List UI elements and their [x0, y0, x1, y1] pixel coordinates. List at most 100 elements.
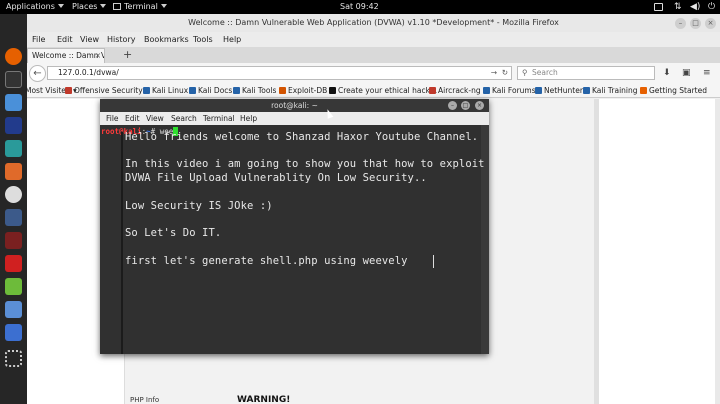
bookmark-icon: [279, 87, 286, 94]
caption-line: DVWA File Upload Vulnerablity On Low Sec…: [125, 172, 427, 184]
clock[interactable]: Sat 09:42: [340, 2, 379, 12]
bookmark-icon: [640, 87, 647, 94]
chevron-down-icon: [100, 4, 107, 8]
caption-cursor: [433, 255, 434, 268]
bookmark-offensive-security[interactable]: Offensive Security: [65, 86, 143, 95]
terminal-app-menu[interactable]: Terminal: [113, 2, 167, 12]
minimize-button[interactable]: –: [675, 18, 686, 29]
metasploit-icon[interactable]: [5, 117, 22, 134]
bookmarks-toolbar: Most Visited ▾ Offensive Security Kali L…: [25, 83, 720, 98]
applications-menu[interactable]: Applications: [6, 2, 64, 12]
terminal-menu-terminal[interactable]: Terminal: [203, 114, 235, 123]
terminal-menu-search[interactable]: Search: [171, 114, 197, 123]
burpsuite-icon[interactable]: [5, 163, 22, 180]
downloads-icon[interactable]: ⬇: [663, 68, 671, 78]
bookmark-icon: [65, 87, 72, 94]
armitage-icon[interactable]: [5, 140, 22, 157]
menu-tools[interactable]: Tools: [193, 35, 213, 44]
firefox-window-title: Welcome :: Damn Vulnerable Web Applicati…: [188, 18, 559, 27]
bookmark-icon: [535, 87, 542, 94]
bookmark-icon: [583, 87, 590, 94]
menu-file[interactable]: File: [32, 35, 45, 44]
browser-scrollbar[interactable]: [715, 99, 720, 404]
bookmark-kali-tools[interactable]: Kali Tools: [233, 86, 276, 95]
terminal-close-button[interactable]: ×: [475, 101, 484, 110]
bookmark-label: Exploit-DB: [288, 86, 328, 95]
bookmark-label: Kali Linux: [152, 86, 189, 95]
navigation-toolbar: ← 127.0.0.1/dvwa/ → ↻ ⚲ Search ⬇ ▣ ≡: [27, 63, 720, 83]
power-icon[interactable]: ⏻: [708, 2, 715, 12]
menu-history[interactable]: History: [107, 35, 135, 44]
bookmark-nethunter[interactable]: NetHunter: [535, 86, 583, 95]
hamburger-menu-icon[interactable]: ≡: [703, 68, 711, 78]
search-input[interactable]: ⚲ Search: [517, 66, 655, 80]
firefox-icon[interactable]: [5, 48, 22, 65]
caption-line: first let's generate shell.php using wee…: [125, 255, 408, 267]
library-icon[interactable]: ▣: [682, 68, 691, 78]
menu-help[interactable]: Help: [223, 35, 241, 44]
bookmark-icon: [189, 87, 196, 94]
bookmark-kali-docs[interactable]: Kali Docs: [189, 86, 232, 95]
maltego-icon[interactable]: [5, 209, 22, 226]
bookmark-exploit-db[interactable]: Exploit-DB: [279, 86, 327, 95]
bookmark-aircrack-ng[interactable]: Aircrack-ng: [429, 86, 481, 95]
places-menu[interactable]: Places: [72, 2, 107, 12]
terminal-menu-file[interactable]: File: [106, 114, 119, 123]
tab-strip: Welcome :: Damn Vul... × +: [27, 47, 720, 63]
terminal-menu-view[interactable]: View: [146, 114, 164, 123]
bookmark-create-ethical-hack[interactable]: Create your ethical hack...: [329, 86, 437, 95]
menu-bookmarks[interactable]: Bookmarks: [144, 35, 189, 44]
close-tab-icon[interactable]: ×: [95, 49, 101, 63]
new-tab-button[interactable]: +: [123, 48, 132, 61]
faraday-icon[interactable]: [5, 232, 22, 249]
notes-icon[interactable]: [5, 278, 22, 295]
terminal-icon[interactable]: [5, 71, 22, 88]
terminal-menu-edit[interactable]: Edit: [125, 114, 140, 123]
bookmark-label: Most Visited: [25, 86, 71, 95]
bookmark-kali-linux[interactable]: Kali Linux: [143, 86, 188, 95]
firefox-menubar: File Edit View History Bookmarks Tools H…: [27, 32, 720, 47]
menu-view[interactable]: View: [80, 35, 99, 44]
search-placeholder: Search: [532, 68, 558, 77]
go-arrow-icon[interactable]: →: [491, 67, 497, 79]
url-text: 127.0.0.1/dvwa/: [58, 68, 119, 77]
search-icon: ⚲: [522, 68, 528, 77]
terminal-maximize-button[interactable]: □: [461, 101, 470, 110]
share-icon[interactable]: [5, 324, 22, 341]
files-icon[interactable]: [5, 94, 22, 111]
network-icon[interactable]: ⇅: [674, 2, 682, 12]
bookmark-label: Kali Tools: [242, 86, 277, 95]
bookmark-getting-started[interactable]: Getting Started: [640, 86, 707, 95]
firefox-titlebar: Welcome :: Damn Vulnerable Web Applicati…: [27, 14, 720, 32]
maximize-button[interactable]: □: [690, 18, 701, 29]
url-bar[interactable]: 127.0.0.1/dvwa/ → ↻: [47, 66, 512, 80]
bookmark-label: NetHunter: [544, 86, 583, 95]
caption-line: So Let's Do IT.: [125, 227, 222, 239]
terminal-minimize-button[interactable]: –: [448, 101, 457, 110]
php-info-link[interactable]: PHP Info: [130, 396, 159, 404]
close-button[interactable]: ×: [705, 18, 716, 29]
bookmark-label: Aircrack-ng: [438, 86, 481, 95]
leafpad-icon[interactable]: [5, 255, 22, 272]
chevron-down-icon: [160, 4, 167, 8]
page-scrollbar[interactable]: [594, 99, 599, 404]
beef-icon[interactable]: [5, 186, 22, 203]
reload-icon[interactable]: ↻: [502, 67, 508, 79]
bookmark-kali-forums[interactable]: Kali Forums: [483, 86, 536, 95]
places-label: Places: [72, 2, 98, 11]
bookmark-icon: [429, 87, 436, 94]
show-apps-icon[interactable]: [5, 350, 22, 367]
warning-heading: WARNING!: [237, 395, 291, 404]
volume-icon[interactable]: ◀): [690, 2, 700, 12]
bookmark-label: Kali Forums: [492, 86, 536, 95]
camera-icon[interactable]: [5, 301, 22, 318]
screen-icon[interactable]: [654, 3, 663, 11]
back-button[interactable]: ←: [29, 65, 46, 82]
menu-edit[interactable]: Edit: [57, 35, 73, 44]
terminal-menubar: File Edit View Search Terminal Help: [100, 112, 489, 125]
terminal-menu-help[interactable]: Help: [240, 114, 257, 123]
tab-dvwa[interactable]: Welcome :: Damn Vul... ×: [27, 48, 105, 63]
bookmark-kali-training[interactable]: Kali Training: [583, 86, 638, 95]
bookmark-icon: [143, 87, 150, 94]
terminal-title: root@kali: ~: [271, 101, 318, 110]
